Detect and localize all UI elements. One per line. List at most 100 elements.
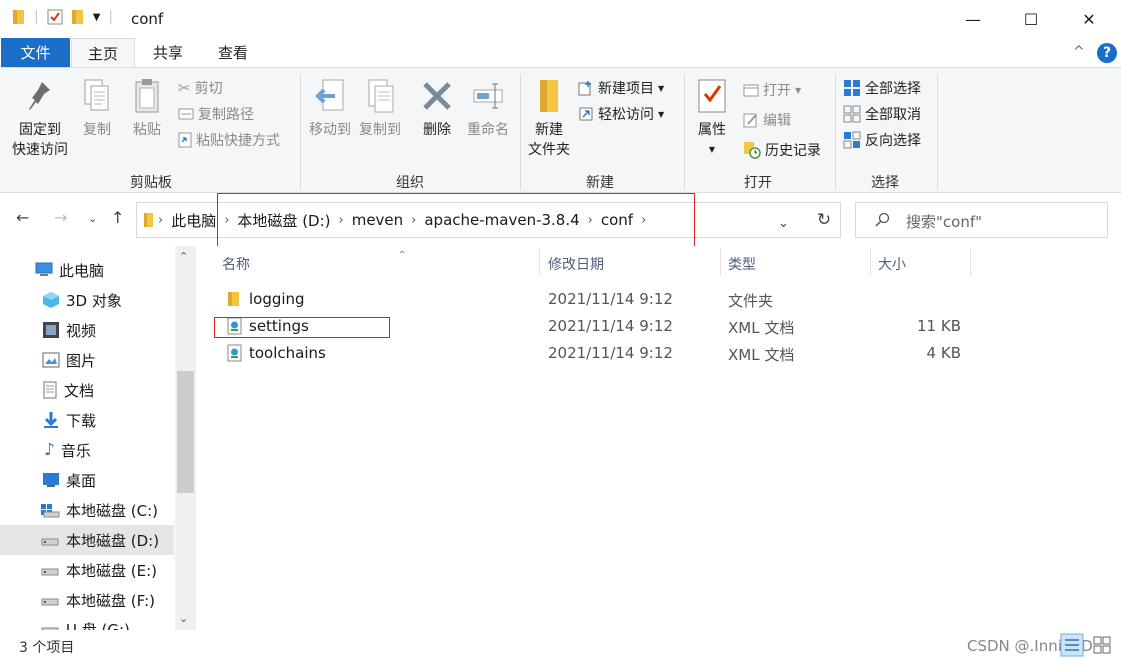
recent-locations-chevron-icon[interactable]: ⌄ [88, 212, 97, 225]
select-none-button[interactable]: 全部取消 [843, 102, 921, 126]
invert-selection-icon [843, 131, 861, 149]
customize-quick-access-chevron-icon[interactable]: ▼ [93, 12, 101, 23]
invert-selection-button[interactable]: 反向选择 [843, 128, 921, 152]
tab-view[interactable]: 查看 [205, 38, 261, 68]
sidebar-item-label: 本地磁盘 (F:) [66, 591, 155, 610]
column-divider[interactable] [720, 248, 721, 276]
file-type: 文件夹 [728, 292, 774, 310]
new-item-button[interactable]: 新建项目 ▼ [578, 76, 664, 100]
search-placeholder: 搜索"conf" [906, 213, 983, 231]
sidebar-item-videos[interactable]: 视频 [0, 315, 174, 345]
select-all-label: 全部选择 [865, 81, 921, 97]
usb-drive-icon [41, 627, 59, 630]
window-title: conf [131, 10, 164, 28]
large-icons-view-icon[interactable] [1090, 633, 1114, 657]
sidebar-item-pictures[interactable]: 图片 [0, 345, 174, 375]
file-row-logging[interactable]: logging 2021/11/14 9:12 文件夹 [216, 286, 976, 313]
video-icon [43, 322, 59, 338]
file-size: 11 KB [917, 317, 961, 335]
sidebar-item-music[interactable]: ♪ 音乐 [0, 435, 174, 465]
open-group-label: 打开 [744, 175, 772, 191]
copy-to-button[interactable]: 复制到 [355, 76, 405, 140]
column-header-date[interactable]: 修改日期 [548, 254, 604, 274]
rename-button[interactable]: 重命名 [463, 76, 513, 140]
tab-share[interactable]: 共享 [140, 38, 196, 68]
sidebar-overflow-clip: U 盘 (G:) [0, 618, 174, 630]
easy-access-label: 轻松访问 [598, 107, 654, 123]
column-divider[interactable] [870, 248, 871, 276]
sidebar-item-drive-e[interactable]: 本地磁盘 (E:) [0, 555, 174, 585]
breadcrumb-this-pc[interactable]: 此电脑 [171, 210, 216, 231]
refresh-icon[interactable]: ↻ [808, 202, 841, 238]
column-divider[interactable] [539, 248, 540, 276]
forward-arrow-icon[interactable]: → [54, 208, 67, 227]
new-folder-button[interactable]: 新建 文件夹 [524, 76, 574, 160]
tab-home[interactable]: 主页 [71, 38, 135, 68]
paste-label: 粘贴 [133, 122, 161, 138]
sidebar-item-label: 本地磁盘 (D:) [66, 531, 160, 550]
sidebar-item-this-pc[interactable]: 此电脑 [0, 255, 174, 285]
scroll-down-arrow-icon[interactable]: ⌄ [179, 612, 188, 625]
easy-access-button[interactable]: 轻松访问 ▼ [578, 102, 664, 126]
properties-dropdown-icon: ▼ [708, 145, 716, 154]
column-header-type[interactable]: 类型 [728, 254, 756, 274]
maximize-button[interactable]: ☐ [1003, 0, 1059, 38]
copy-button[interactable]: 复制 [78, 76, 116, 140]
file-type: XML 文档 [728, 319, 795, 337]
paste-shortcut-icon [178, 132, 192, 148]
download-icon [44, 412, 58, 428]
sidebar-item-drive-c[interactable]: 本地磁盘 (C:) [0, 495, 174, 525]
history-label: 历史记录 [765, 143, 821, 159]
address-history-chevron-icon[interactable]: ⌄ [778, 216, 789, 231]
paste-button[interactable]: 粘贴 [128, 76, 166, 140]
cut-button[interactable]: ✂ 剪切 [178, 76, 223, 100]
navigation-pane: 此电脑 3D 对象 视频 图片 文档 下载 ♪ 音乐 桌面 本地磁盘 (C:) … [0, 246, 196, 630]
sidebar-scrollbar[interactable]: ⌃ ⌄ [175, 246, 196, 630]
open-button[interactable]: 打开 ▼ [743, 78, 801, 102]
sidebar-item-label: 视频 [66, 321, 97, 340]
sidebar-item-downloads[interactable]: 下载 [0, 405, 174, 435]
edit-button[interactable]: 编辑 [743, 108, 791, 132]
move-to-icon [315, 79, 344, 111]
up-arrow-icon[interactable]: ↑ [111, 208, 124, 227]
close-button[interactable]: ✕ [1061, 0, 1117, 38]
properties-button[interactable]: 属性 ▼ [693, 76, 731, 160]
column-header-name[interactable]: ⌃ 名称 [222, 250, 406, 274]
back-arrow-icon[interactable]: ← [16, 208, 29, 227]
sidebar-item-drive-f[interactable]: 本地磁盘 (F:) [0, 585, 174, 615]
move-to-button[interactable]: 移动到 [305, 76, 355, 140]
copy-path-button[interactable]: 复制路径 [178, 102, 254, 126]
history-button[interactable]: 历史记录 [743, 138, 821, 162]
tab-file[interactable]: 文件 [1, 38, 70, 68]
details-view-icon[interactable] [1060, 633, 1084, 657]
column-divider[interactable] [970, 248, 971, 276]
pin-to-quick-access-button[interactable]: 固定到 快速访问 [8, 76, 72, 160]
minimize-button[interactable]: — [945, 0, 1001, 38]
sidebar-item-usb-g[interactable]: U 盘 (G:) [0, 618, 174, 630]
file-date: 2021/11/14 9:12 [548, 344, 673, 362]
new-group-label: 新建 [586, 175, 614, 191]
column-header-size[interactable]: 大小 [878, 254, 906, 274]
search-box[interactable]: 搜索"conf" [855, 202, 1108, 238]
ribbon-separator [835, 74, 836, 190]
collapse-ribbon-chevron-icon[interactable]: ^ [1073, 44, 1085, 60]
select-all-icon [844, 80, 860, 96]
sidebar-item-drive-d[interactable]: 本地磁盘 (D:) [0, 525, 174, 555]
scrollbar-thumb[interactable] [177, 371, 194, 493]
sidebar-item-documents[interactable]: 文档 [0, 375, 174, 405]
new-folder-quick-icon[interactable] [71, 9, 85, 25]
rename-icon [473, 83, 503, 109]
file-date: 2021/11/14 9:12 [548, 290, 673, 308]
help-icon[interactable]: ? [1097, 43, 1117, 63]
paste-shortcut-button[interactable]: 粘贴快捷方式 [178, 128, 280, 152]
properties-check-icon[interactable] [47, 9, 63, 25]
delete-button[interactable]: 删除 [418, 76, 456, 140]
new-folder-icon [540, 80, 558, 112]
sidebar-item-desktop[interactable]: 桌面 [0, 465, 174, 495]
file-row-toolchains[interactable]: toolchains 2021/11/14 9:12 XML 文档 4 KB [216, 340, 976, 367]
scroll-up-arrow-icon[interactable]: ⌃ [179, 250, 188, 263]
sidebar-item-3d-objects[interactable]: 3D 对象 [0, 285, 174, 315]
select-all-button[interactable]: 全部选择 [843, 76, 921, 100]
folder-icon [13, 10, 24, 24]
drive-icon [41, 538, 59, 546]
